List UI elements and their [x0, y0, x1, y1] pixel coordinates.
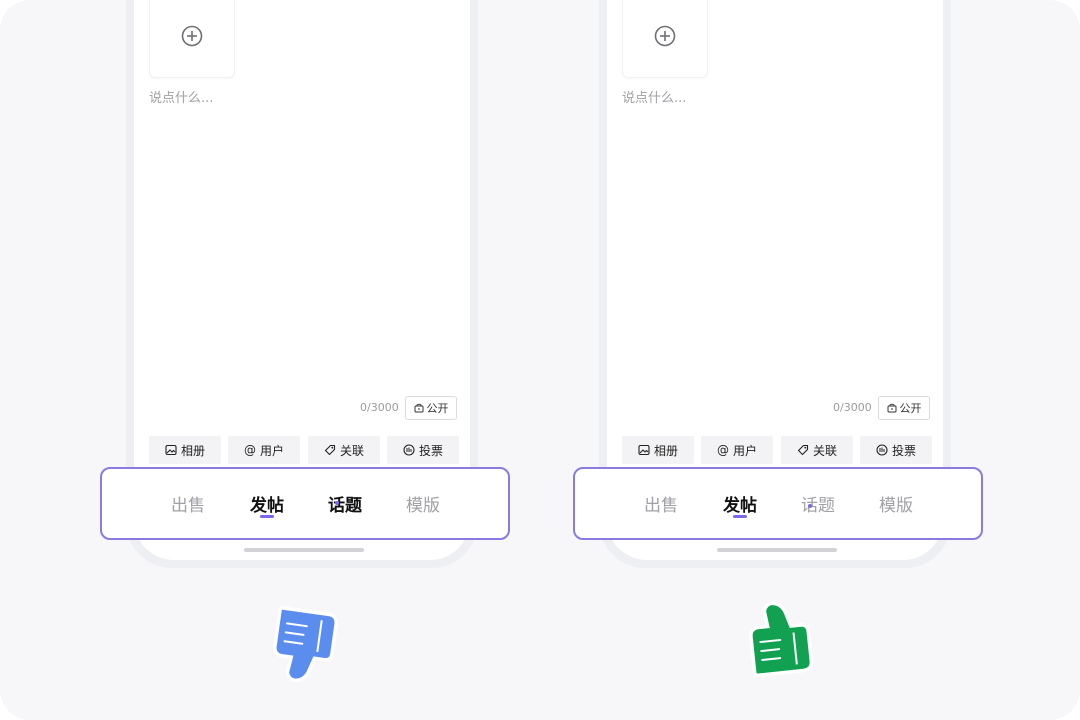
album-label: 相册 [180, 443, 205, 458]
link-button[interactable]: 关联 [308, 436, 380, 464]
album-button[interactable]: 相册 [149, 436, 221, 464]
poll-button[interactable]: 投票 [387, 436, 459, 464]
plus-circle-icon [181, 25, 203, 47]
privacy-button[interactable]: 公开 [878, 396, 930, 420]
character-counter: 0/3000 [360, 401, 399, 414]
add-photo-button[interactable] [622, 0, 708, 78]
mention-label: 用户 [732, 443, 757, 458]
mention-user-button[interactable]: @ 用户 [701, 436, 773, 464]
plus-circle-icon [654, 25, 676, 47]
tab-active-indicator [260, 515, 274, 518]
bottom-tab-bar-right: 出售 发帖 话题 模版 [573, 467, 983, 540]
poll-label: 投票 [418, 443, 443, 458]
home-indicator [717, 548, 837, 552]
mention-label: 用户 [259, 443, 284, 458]
tag-icon [797, 444, 809, 456]
bottom-tab-bar-left: 出售 发帖 话题 模版 [100, 467, 510, 540]
comparison-canvas: 说点什么... 0/3000 公开 相册 @ 用户 关联 投票 出售 发帖 话题… [0, 0, 1080, 720]
poll-icon [876, 444, 888, 456]
tab-template[interactable]: 模版 [872, 491, 920, 516]
link-button[interactable]: 关联 [781, 436, 853, 464]
character-counter: 0/3000 [833, 401, 872, 414]
link-label: 关联 [339, 443, 364, 458]
poll-icon [403, 444, 415, 456]
poll-button[interactable]: 投票 [860, 436, 932, 464]
tab-sell[interactable]: 出售 [637, 491, 685, 516]
poll-label: 投票 [891, 443, 916, 458]
privacy-label: 公开 [426, 402, 449, 415]
at-icon: @ [243, 443, 256, 457]
tab-topic[interactable]: 话题 [794, 491, 842, 516]
mention-user-button[interactable]: @ 用户 [228, 436, 300, 464]
tag-icon [324, 444, 336, 456]
tap-cursor [335, 501, 339, 505]
tab-post[interactable]: 发帖 [243, 491, 291, 516]
tab-active-indicator [733, 515, 747, 518]
tap-cursor [808, 504, 812, 508]
privacy-button[interactable]: 公开 [405, 396, 457, 420]
link-label: 关联 [812, 443, 837, 458]
home-indicator [244, 548, 364, 552]
tab-sell[interactable]: 出售 [164, 491, 212, 516]
image-icon [638, 444, 650, 456]
lock-icon [414, 403, 423, 413]
album-button[interactable]: 相册 [622, 436, 694, 464]
at-icon: @ [716, 443, 729, 457]
post-text-input[interactable]: 说点什么... [622, 87, 686, 106]
lock-icon [887, 403, 896, 413]
thumbs-up-icon [749, 601, 814, 678]
tab-topic[interactable]: 话题 [321, 491, 369, 516]
thumbs-down-icon [273, 606, 338, 683]
tab-template[interactable]: 模版 [399, 491, 447, 516]
image-icon [165, 444, 177, 456]
privacy-label: 公开 [899, 402, 922, 415]
album-label: 相册 [653, 443, 678, 458]
add-photo-button[interactable] [149, 0, 235, 78]
post-text-input[interactable]: 说点什么... [149, 87, 213, 106]
tab-post[interactable]: 发帖 [716, 491, 764, 516]
